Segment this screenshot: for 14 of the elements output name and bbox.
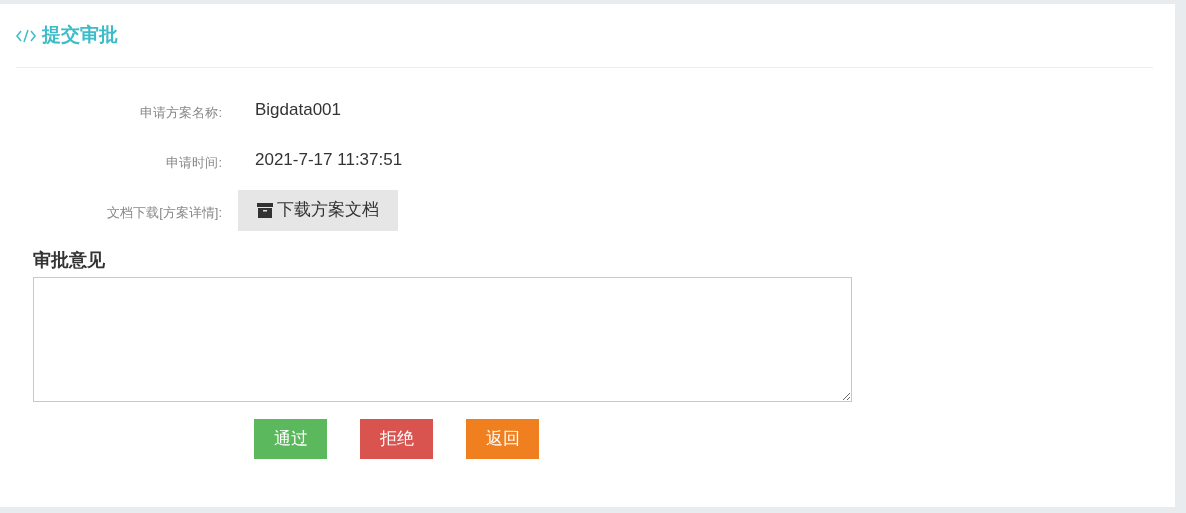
field-value: 2021-7-17 11:37:51	[255, 149, 403, 172]
download-button[interactable]: 下载方案文档	[238, 189, 398, 231]
archive-icon	[257, 202, 273, 218]
panel-title: 提交审批	[42, 23, 118, 48]
action-button[interactable]: 拒绝	[360, 419, 433, 459]
field-label: 文档下载[方案详情]:	[106, 204, 222, 223]
action-button[interactable]: 返回	[466, 419, 539, 459]
field-value: Bigdata001	[255, 99, 342, 122]
field-label: 申请方案名称:	[139, 104, 222, 123]
field-label: 申请时间:	[165, 154, 222, 173]
action-button[interactable]: 通过	[254, 419, 327, 459]
opinion-field[interactable]	[33, 277, 852, 402]
code-icon	[16, 28, 36, 43]
opinion-label: 审批意见	[33, 249, 106, 272]
